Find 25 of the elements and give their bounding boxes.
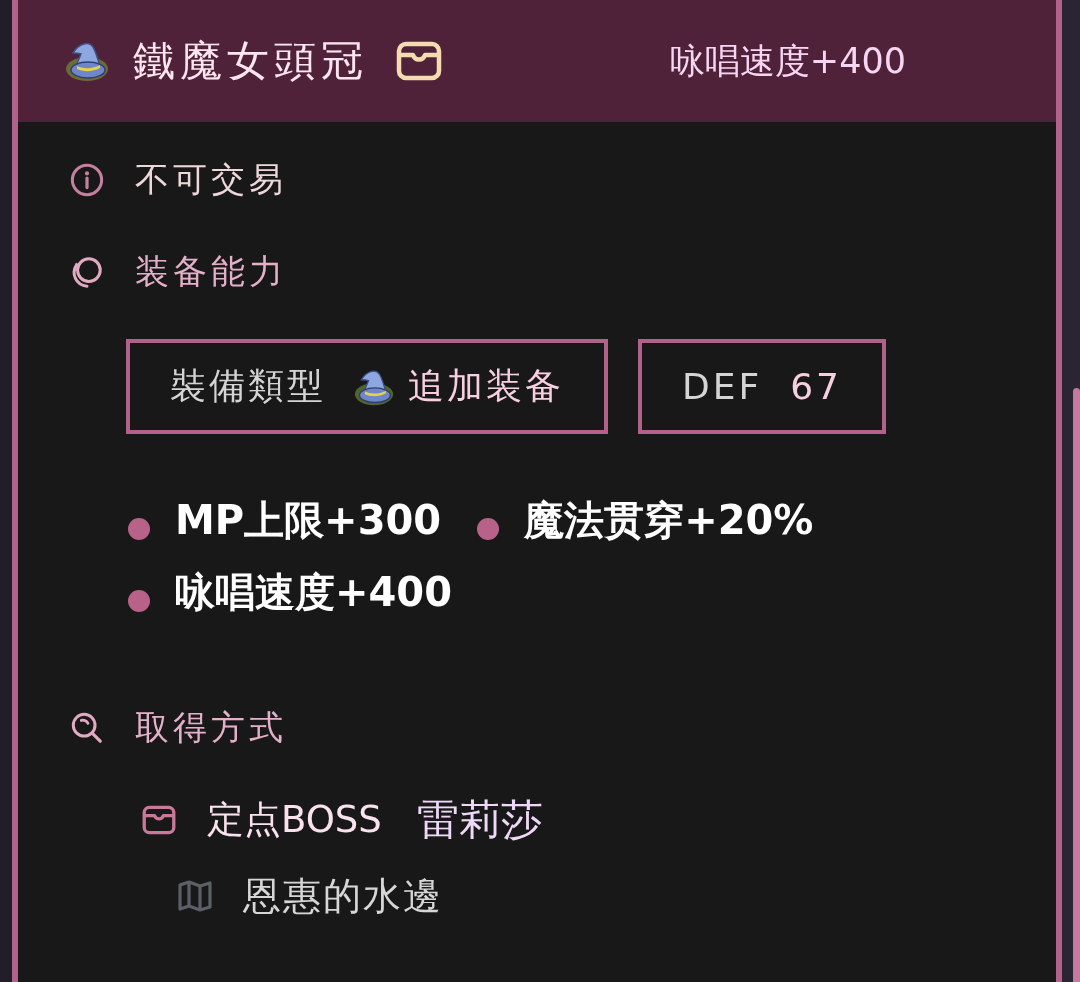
tag-label: DEF xyxy=(682,366,763,407)
source-type: 定点BOSS xyxy=(207,797,382,843)
header-stat: 咏唱速度+400 xyxy=(669,39,906,83)
stat-bonus: 咏唱速度+400 xyxy=(175,567,452,617)
scrollbar-thumb[interactable] xyxy=(1073,388,1080,982)
boss-name: 雷莉莎 xyxy=(416,794,543,846)
box-icon xyxy=(396,41,442,81)
item-title: 鐵魔女頭冠 xyxy=(133,35,368,87)
section-heading: 取得方式 xyxy=(135,706,287,749)
section-heading: 装备能力 xyxy=(135,250,287,293)
stat-bonus: MP上限+300 xyxy=(175,495,442,545)
bullet-icon xyxy=(128,590,150,612)
location-name: 恩惠的水邊 xyxy=(243,872,443,920)
tag-value: 追加装备 xyxy=(408,364,564,408)
swirl-icon xyxy=(70,255,104,289)
tag-value: 67 xyxy=(790,366,842,407)
box-icon xyxy=(142,805,176,835)
bullet-icon xyxy=(128,518,150,540)
stat-bonus: 魔法贯穿+20% xyxy=(524,495,814,545)
tag-label: 裝備類型 xyxy=(170,364,326,408)
search-icon xyxy=(70,711,104,745)
section-note: 不可交易 xyxy=(135,158,287,201)
info-icon xyxy=(70,163,104,197)
bullet-icon xyxy=(477,518,500,540)
map-icon xyxy=(178,880,212,912)
